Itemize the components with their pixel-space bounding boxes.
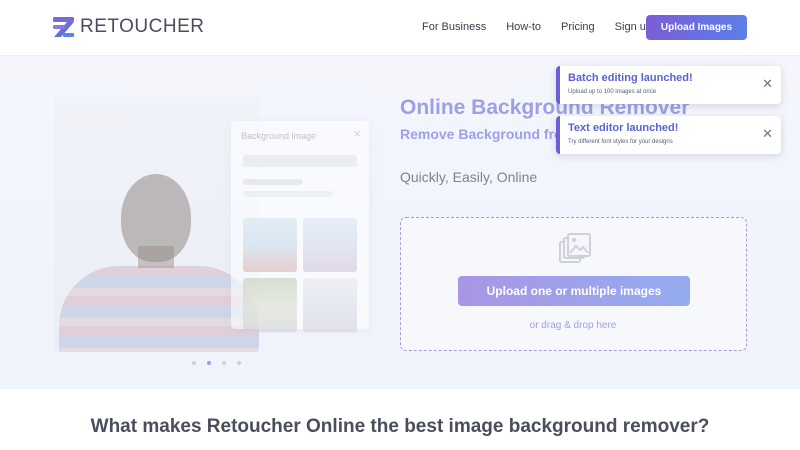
mockup-panel-title: Background image bbox=[241, 131, 317, 141]
upload-dropzone[interactable]: Upload one or multiple images or drag & … bbox=[400, 217, 747, 351]
images-stack-icon bbox=[559, 233, 591, 263]
toast-batch-editing: Batch editing launched! Upload up to 100… bbox=[556, 66, 781, 104]
toast-text-editor: Text editor launched! Try different font… bbox=[556, 116, 781, 154]
toast-subtitle: Try different font styles for your desig… bbox=[568, 139, 673, 145]
carousel-dot[interactable] bbox=[237, 361, 241, 365]
logo[interactable]: RETOUCHER bbox=[53, 16, 205, 38]
main-nav: For Business How-to Pricing Sign up bbox=[422, 20, 672, 34]
photo-shirt bbox=[59, 266, 259, 352]
carousel-dot-active[interactable] bbox=[207, 361, 211, 365]
background-thumbnail bbox=[303, 218, 357, 272]
upload-images-button[interactable]: Upload Images bbox=[646, 15, 747, 40]
page-subtitle: Remove Background from bbox=[400, 126, 576, 142]
nav-pricing[interactable]: Pricing bbox=[561, 20, 595, 34]
upload-multiple-images-button[interactable]: Upload one or multiple images bbox=[458, 276, 690, 306]
features-heading: What makes Retoucher Online the best ima… bbox=[90, 416, 710, 437]
site-header: RETOUCHER For Business How-to Pricing Si… bbox=[0, 0, 800, 56]
mockup-close-icon: ✕ bbox=[353, 129, 361, 139]
hero-section: Background image ✕ Online Background Rem… bbox=[0, 56, 800, 389]
background-picker-mockup: Background image ✕ bbox=[231, 121, 369, 332]
background-thumbnail bbox=[243, 278, 297, 332]
logo-icon bbox=[53, 17, 74, 37]
toast-title: Text editor launched! bbox=[568, 122, 679, 134]
carousel-dot[interactable] bbox=[192, 361, 196, 365]
carousel-dots bbox=[192, 361, 241, 365]
nav-for-business[interactable]: For Business bbox=[422, 20, 486, 34]
mockup-label bbox=[243, 179, 303, 185]
background-thumbnail bbox=[303, 278, 357, 332]
toast-title: Batch editing launched! bbox=[568, 72, 693, 84]
example-photo bbox=[54, 96, 259, 352]
tagline: Quickly, Easily, Online bbox=[400, 169, 538, 185]
drag-drop-hint: or drag & drop here bbox=[529, 320, 617, 331]
background-thumbnail bbox=[243, 218, 297, 272]
mockup-field bbox=[243, 155, 357, 167]
close-icon[interactable]: ✕ bbox=[762, 127, 773, 140]
logo-text: RETOUCHER bbox=[80, 16, 205, 37]
mockup-label-2 bbox=[243, 191, 333, 197]
toast-subtitle: Upload up to 100 images at once bbox=[568, 89, 657, 95]
photo-head bbox=[121, 174, 191, 262]
close-icon[interactable]: ✕ bbox=[762, 77, 773, 90]
nav-how-to[interactable]: How-to bbox=[506, 20, 541, 34]
carousel-dot[interactable] bbox=[222, 361, 226, 365]
